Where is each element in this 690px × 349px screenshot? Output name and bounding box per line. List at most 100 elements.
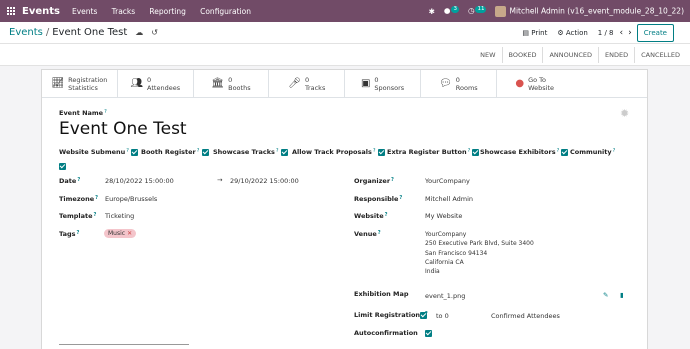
event-name-field[interactable]: Event One Test (59, 119, 187, 139)
responsible-field[interactable]: Mitchell Admin (425, 195, 473, 203)
allow-track-proposals-checkbox[interactable] (377, 148, 385, 156)
venue-line: India (425, 268, 440, 276)
breadcrumb-separator: / (45, 27, 50, 38)
rooms-button[interactable]: 💬︎ 0 Rooms (421, 70, 497, 97)
edit-icon[interactable]: ✎ (603, 291, 608, 299)
user-menu[interactable]: Mitchell Admin (v16_event_module_28_10_2… (495, 5, 684, 17)
pager-previous-icon[interactable]: ‹ (620, 28, 624, 38)
website-submenu-checkbox[interactable] (131, 148, 139, 156)
showcase-exhibitors-checkbox[interactable] (561, 148, 569, 156)
timezone-field[interactable]: Europe/Brussels (105, 195, 157, 203)
ribbon-gear-icon: ✹ (620, 107, 630, 120)
users-icon: 👥︎ (130, 77, 144, 89)
comments-icon: 💬︎ (439, 77, 452, 89)
stage-new[interactable]: NEW (474, 47, 501, 63)
cloud-save-icon[interactable]: ☁ (135, 28, 143, 37)
flag-label: Allow Track Proposals (292, 148, 372, 156)
create-button[interactable]: Create (636, 23, 674, 42)
template-field[interactable]: Ticketing (105, 212, 134, 220)
help-icon: ? (377, 230, 381, 236)
stage-cancelled[interactable]: CANCELLED (634, 47, 686, 63)
date-end-field[interactable]: 29/10/2022 15:00:00 (230, 177, 299, 185)
menu-reporting[interactable]: Reporting (149, 7, 185, 16)
trash-icon[interactable]: ▮ (620, 291, 624, 299)
bug-icon[interactable]: ✱ (429, 7, 435, 16)
print-button[interactable]: ▤ Print (522, 29, 547, 37)
website-field[interactable]: My Website (425, 212, 462, 220)
print-label: Print (531, 28, 548, 37)
venue-field[interactable]: YourCompany 250 Executive Park Blvd, Sui… (425, 230, 534, 276)
tags-field[interactable]: Music ✕ (104, 229, 137, 238)
flag-showcase-tracks: Showcase Tracks? (213, 148, 288, 156)
registration-statistics-button[interactable]: 📈︎ Registration Statistics (42, 70, 118, 97)
flag-extra-register-button: Extra Register Button? (387, 148, 480, 156)
stage-ended[interactable]: ENDED (598, 47, 634, 63)
smart-button-line1: 0 (228, 75, 233, 84)
venue-line: YourCompany (425, 231, 467, 238)
control-panel-right: ▤ Print ⚙ Action 1 / 8 ‹ › Create (522, 23, 690, 42)
help-icon: ? (104, 109, 107, 115)
template-label: Template? (59, 212, 96, 220)
pager-value[interactable]: 1 / 8 (598, 29, 614, 37)
action-button[interactable]: ⚙ Action (557, 29, 587, 37)
limit-registrations-checkbox[interactable] (420, 311, 427, 319)
venue-line: California CA (425, 258, 464, 266)
pager-next-icon[interactable]: › (628, 28, 632, 38)
venue-label-text: Venue (354, 230, 377, 238)
form-sheet: 📈︎ Registration Statistics 👥︎ 0 Attendees 🏛︎… (41, 69, 648, 349)
user-name: Mitchell Admin (v16_event_module_28_10_2… (509, 6, 684, 15)
help-icon: ? (77, 177, 81, 183)
apps-menu-icon[interactable] (0, 0, 22, 22)
flag-allow-track-proposals: Allow Track Proposals? (292, 148, 385, 156)
menu-configuration[interactable]: Configuration (200, 7, 251, 16)
limit-suffix: Confirmed Attendees (491, 312, 560, 320)
venue-line: San Francisco 94134 (425, 249, 488, 257)
menu-tracks[interactable]: Tracks (112, 7, 136, 16)
tags-label: Tags? (59, 230, 79, 238)
extra-register-button-checkbox[interactable] (472, 148, 480, 156)
menu-events[interactable]: Events (72, 7, 97, 16)
smart-button-line1: 0 (374, 75, 379, 84)
smart-button-line1: Go To (528, 75, 547, 84)
discard-icon[interactable]: ↺ (151, 28, 158, 37)
showcase-tracks-checkbox[interactable] (280, 148, 288, 156)
smart-button-line1: 0 (455, 75, 460, 84)
chart-icon: 📈︎ (51, 77, 65, 89)
exhibition-map-field[interactable]: event_1.png (425, 292, 465, 300)
go-to-website-button[interactable]: ● Go To Website (497, 70, 573, 97)
website-label: Website? (354, 212, 388, 220)
app-name[interactable]: Events (22, 6, 60, 17)
community-checkbox[interactable] (59, 162, 66, 170)
messages-button[interactable]: ● 3 (444, 6, 459, 16)
tracks-button[interactable]: 🎤︎ 0 Tracks (269, 70, 346, 97)
help-icon: ? (391, 177, 394, 183)
autoconfirmation-checkbox[interactable] (425, 329, 432, 337)
help-icon: ? (612, 148, 616, 154)
date-begin-field[interactable]: 28/10/2022 15:00:00 (105, 177, 174, 185)
help-icon: ? (196, 148, 200, 154)
limit-seats-field[interactable]: to 0 (436, 312, 449, 320)
venue-line: 250 Executive Park Blvd, Suite 3400 (425, 240, 534, 248)
print-icon: ▤ (522, 28, 532, 37)
control-panel: Events / Event One Test ☁ ↺ ▤ Print ⚙ Acti… (0, 22, 690, 44)
responsible-label-text: Responsible (354, 195, 399, 203)
gear-icon: ⚙ (557, 28, 566, 37)
limit-registrations-label: Limit Registrations? (354, 311, 428, 319)
stage-announced[interactable]: ANNOUNCED (542, 47, 598, 63)
booth-register-checkbox[interactable] (201, 148, 209, 156)
booths-button[interactable]: 🏛︎ 0 Booths (194, 70, 270, 97)
remove-tag-icon[interactable]: ✕ (127, 230, 132, 237)
attendees-button[interactable]: 👥︎ 0 Attendees (118, 70, 194, 97)
tag-label: Music (108, 230, 126, 237)
organizer-field[interactable]: YourCompany (425, 177, 470, 185)
help-icon: ? (126, 148, 129, 154)
stage-booked[interactable]: BOOKED (501, 47, 543, 63)
autoconfirmation-label: Autoconfirmation (354, 329, 418, 337)
breadcrumb-events-link[interactable]: Events (9, 27, 43, 38)
activities-button[interactable]: ◷ 11 (468, 6, 487, 16)
chat-icon: ● (443, 6, 451, 15)
website-label-text: Website (354, 212, 384, 220)
smart-buttons: 📈︎ Registration Statistics 👥︎ 0 Attendees 🏛︎… (42, 70, 647, 98)
flag-label: Showcase Tracks (213, 148, 275, 156)
sponsors-button[interactable]: ▣ 0 Sponsors (345, 70, 421, 97)
